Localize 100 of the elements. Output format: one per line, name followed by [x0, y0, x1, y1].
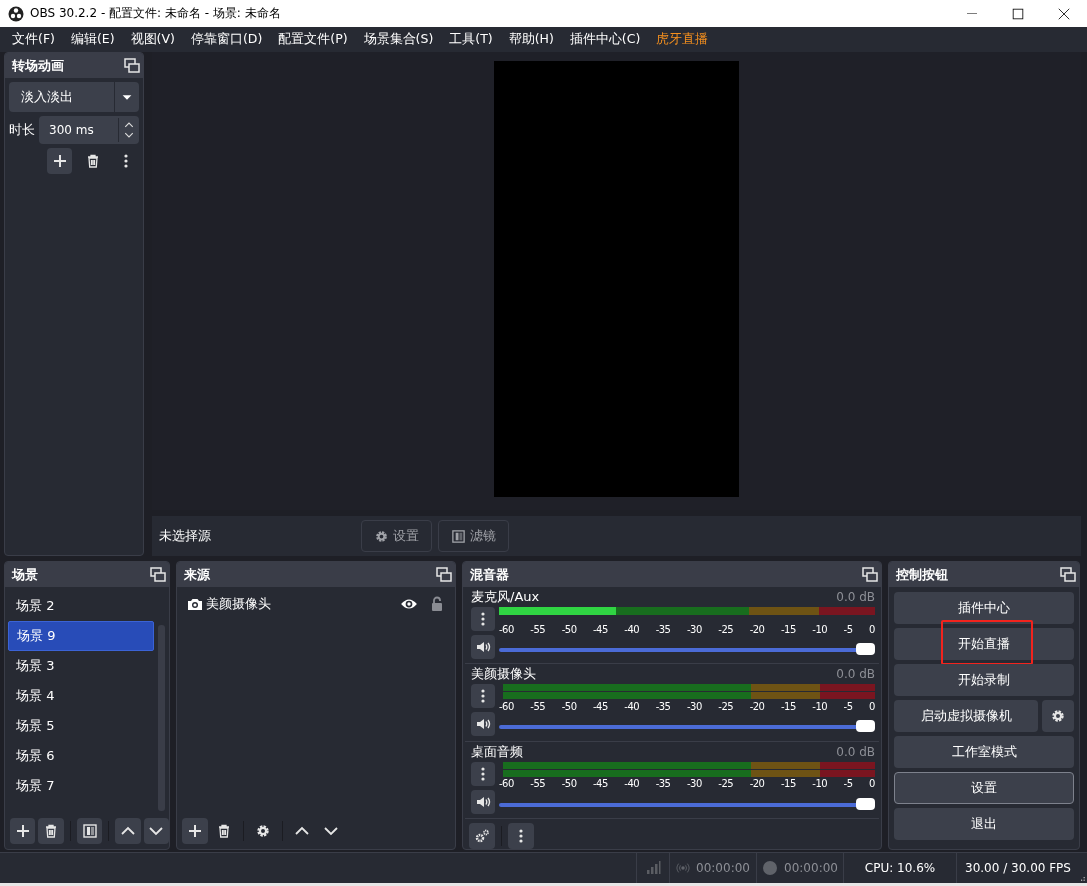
scene-item[interactable]: 场景 2 — [8, 591, 154, 621]
undock-icon — [1060, 566, 1076, 583]
scene-item[interactable]: 场景 7 — [8, 771, 154, 801]
transition-dropdown[interactable]: 淡入淡出 — [9, 82, 139, 112]
control-button[interactable]: 工作室模式 — [894, 736, 1074, 768]
volume-reading: 0.0 dB — [836, 590, 875, 604]
mute-button[interactable] — [471, 712, 495, 737]
scale-label: -20 — [749, 623, 765, 635]
scale-label: -60 — [499, 700, 514, 712]
control-button[interactable]: 插件中心 — [894, 592, 1074, 624]
dock-title: 场景 — [12, 565, 38, 584]
camera-icon — [187, 596, 203, 612]
advanced-audio-button[interactable] — [469, 823, 495, 849]
add-button[interactable] — [10, 818, 36, 844]
scene-item[interactable]: 场景 4 — [8, 681, 154, 711]
scale-label: -20 — [749, 700, 765, 712]
channel-menu-button[interactable] — [471, 761, 495, 786]
scale-label: -30 — [686, 623, 702, 635]
scale-label: -10 — [812, 700, 828, 712]
scene-item[interactable]: 场景 5 — [8, 711, 154, 741]
channel-menu-button[interactable] — [471, 684, 495, 709]
channel-menu-button[interactable] — [471, 607, 495, 631]
advanced-audio-icon — [474, 828, 490, 844]
mute-button[interactable] — [471, 635, 495, 659]
channel-menu-icon — [481, 689, 485, 704]
menu-item[interactable]: 场景集合(S) — [355, 31, 442, 48]
stream-time: 00:00:00 — [696, 861, 750, 875]
dock-title: 控制按钮 — [896, 565, 948, 584]
channel-menu-icon — [481, 766, 485, 781]
no-source-label: 未选择源 — [159, 527, 212, 545]
remove-button[interactable] — [38, 818, 64, 844]
control-button[interactable]: 开始录制 — [894, 664, 1074, 696]
control-button[interactable]: 设置 — [894, 772, 1074, 804]
duration-spinbox[interactable]: 300 ms — [39, 116, 139, 144]
scale-label: -5 — [843, 700, 853, 712]
control-button[interactable]: 退出 — [894, 808, 1074, 840]
move-down-button[interactable] — [143, 818, 169, 844]
decrement-icon — [124, 130, 134, 140]
menu-item[interactable]: 文件(F) — [4, 31, 63, 48]
settings-icon — [255, 823, 271, 839]
scale-label: -15 — [780, 700, 796, 712]
volume-reading: 0.0 dB — [836, 744, 875, 759]
mixer-menu-button[interactable] — [508, 823, 534, 849]
source-item[interactable]: 美颜摄像头 — [206, 595, 397, 613]
undock-button[interactable] — [862, 566, 878, 583]
add-button[interactable] — [47, 148, 73, 174]
scale-label: -55 — [530, 700, 546, 712]
close-icon — [1057, 6, 1071, 21]
menu-item[interactable]: 停靠窗口(D) — [182, 31, 271, 48]
duration-label: 时长 — [9, 121, 35, 139]
scale-label: -55 — [530, 778, 546, 790]
volume-reading: 0.0 dB — [836, 667, 875, 682]
volume-slider[interactable] — [499, 796, 875, 813]
filters-button[interactable] — [76, 818, 103, 844]
scale-label: -40 — [624, 778, 640, 790]
fps-reading: 30.00 / 30.00 FPS — [965, 861, 1071, 875]
volume-handle[interactable] — [856, 720, 875, 733]
undock-icon — [436, 566, 452, 583]
scale-label: 0 — [869, 623, 875, 635]
control-button[interactable]: 启动虚拟摄像机 — [894, 700, 1038, 732]
scale-label: -60 — [499, 778, 514, 790]
scene-item[interactable]: 场景 6 — [8, 741, 154, 771]
dock-title: 混音器 — [470, 565, 509, 584]
menu-item[interactable]: 工具(T) — [441, 31, 501, 48]
more-icon — [124, 154, 129, 168]
add-button[interactable] — [182, 818, 208, 844]
menu-item[interactable]: 插件中心(C) — [561, 31, 649, 48]
undock-button[interactable] — [436, 566, 452, 583]
volume-slider[interactable] — [499, 642, 875, 658]
undock-button[interactable] — [150, 566, 166, 583]
volume-handle[interactable] — [856, 797, 875, 810]
scale-label: 0 — [869, 778, 875, 790]
undock-button[interactable] — [1060, 566, 1076, 583]
menu-item[interactable]: 虎牙直播 — [648, 31, 717, 48]
menu-item[interactable]: 编辑(E) — [62, 31, 123, 48]
app-logo-icon — [8, 5, 24, 22]
scale-label: -10 — [812, 623, 828, 635]
scale-label: -55 — [530, 623, 546, 635]
scene-item[interactable]: 场景 9 — [8, 621, 154, 651]
undock-button[interactable] — [124, 57, 140, 74]
remove-icon — [216, 823, 232, 839]
mute-icon — [475, 639, 491, 655]
menu-item[interactable]: 帮助(H) — [500, 31, 562, 48]
virtual-camera-settings-button[interactable] — [1042, 700, 1074, 732]
undock-icon — [124, 57, 140, 74]
filter-icon — [451, 528, 466, 544]
scene-item[interactable]: 场景 3 — [8, 651, 154, 681]
control-button[interactable]: 开始直播 — [894, 628, 1074, 660]
menu-item[interactable]: 视图(V) — [122, 31, 183, 48]
signal-icon — [645, 860, 661, 876]
filters-icon — [81, 823, 98, 839]
menu-item[interactable]: 配置文件(P) — [270, 31, 356, 48]
scale-label: -35 — [655, 700, 671, 712]
unlocked-lock-icon[interactable] — [429, 596, 445, 612]
move-up-button[interactable] — [115, 818, 141, 844]
scale-label: -25 — [718, 623, 734, 635]
mute-button[interactable] — [471, 789, 495, 814]
volume-handle[interactable] — [856, 643, 875, 655]
scale-label: -10 — [812, 778, 828, 790]
add-icon — [51, 153, 68, 169]
